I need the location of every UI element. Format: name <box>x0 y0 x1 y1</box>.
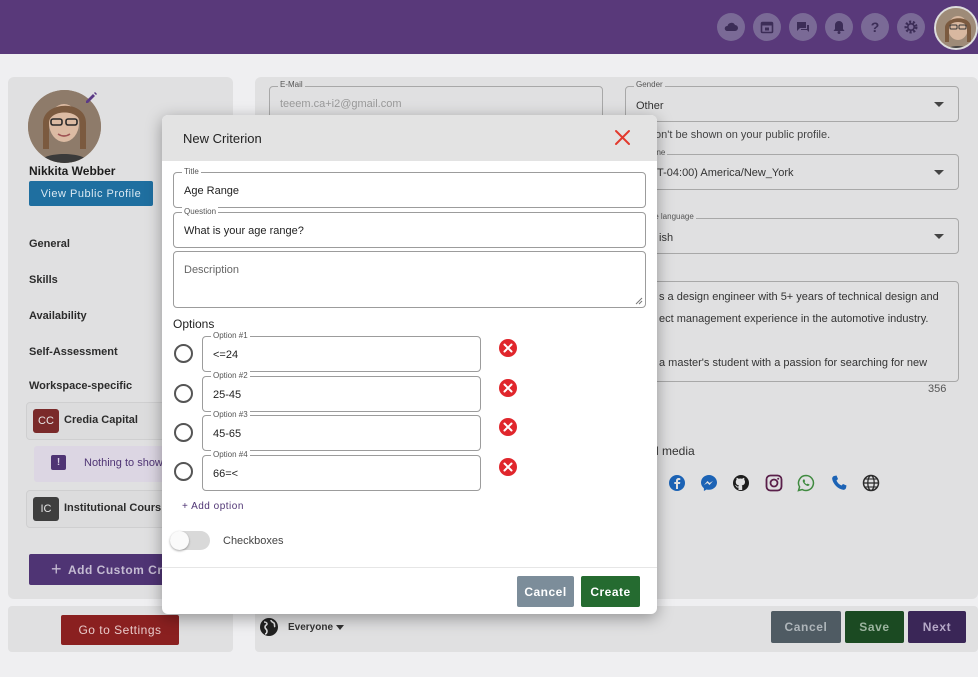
options-heading: Options <box>173 317 215 331</box>
checkboxes-toggle[interactable] <box>170 531 210 550</box>
chat-icon[interactable] <box>789 13 817 41</box>
close-icon[interactable] <box>614 129 631 146</box>
option-input-label: Option #4 <box>211 449 250 461</box>
option-radio[interactable] <box>174 462 193 481</box>
checkboxes-toggle-label: Checkboxes <box>223 535 284 547</box>
bell-icon[interactable] <box>825 13 853 41</box>
calendar-icon[interactable] <box>753 13 781 41</box>
option-input[interactable]: Option #3 45-65 <box>202 409 481 451</box>
question-input-value: What is your age range? <box>184 225 304 237</box>
option-input-value: <=24 <box>213 349 239 361</box>
title-input[interactable]: Title Age Range <box>173 166 646 208</box>
help-glyph: ? <box>870 19 880 35</box>
description-placeholder: Description <box>184 264 240 276</box>
gear-icon[interactable] <box>897 13 925 41</box>
option-radio[interactable] <box>174 384 193 403</box>
option-input-label: Option #3 <box>211 409 250 421</box>
question-input-label: Question <box>182 206 219 218</box>
option-input[interactable]: Option #2 25-45 <box>202 370 481 412</box>
resize-grip-icon[interactable] <box>635 297 643 305</box>
new-criterion-dialog: New Criterion Title Age Range Question W… <box>162 115 657 614</box>
dialog-footer-divider <box>162 567 657 568</box>
remove-option-icon[interactable] <box>499 379 517 397</box>
option-input[interactable]: Option #4 66=< <box>202 449 481 491</box>
dialog-header: New Criterion <box>162 115 657 161</box>
remove-option-icon[interactable] <box>499 458 517 476</box>
dialog-title: New Criterion <box>183 131 262 146</box>
dialog-create-button[interactable]: Create <box>581 576 640 607</box>
option-radio[interactable] <box>174 423 193 442</box>
remove-option-icon[interactable] <box>499 418 517 436</box>
cloud-icon[interactable] <box>717 13 745 41</box>
option-radio[interactable] <box>174 344 193 363</box>
help-icon[interactable]: ? <box>861 13 889 41</box>
option-input-value: 66=< <box>213 468 239 480</box>
description-textarea[interactable]: Description <box>173 251 646 308</box>
option-input-label: Option #2 <box>211 370 250 382</box>
option-input[interactable]: Option #1 <=24 <box>202 330 481 372</box>
add-option-button[interactable]: + Add option <box>182 501 244 512</box>
option-input-value: 45-65 <box>213 428 242 440</box>
dialog-cancel-button[interactable]: Cancel <box>517 576 574 607</box>
option-input-label: Option #1 <box>211 330 250 342</box>
title-input-value: Age Range <box>184 185 240 197</box>
title-input-label: Title <box>182 166 201 178</box>
user-avatar[interactable] <box>934 6 978 50</box>
option-input-value: 25-45 <box>213 389 242 401</box>
toggle-knob <box>170 531 189 550</box>
remove-option-icon[interactable] <box>499 339 517 357</box>
question-input[interactable]: Question What is your age range? <box>173 206 646 248</box>
